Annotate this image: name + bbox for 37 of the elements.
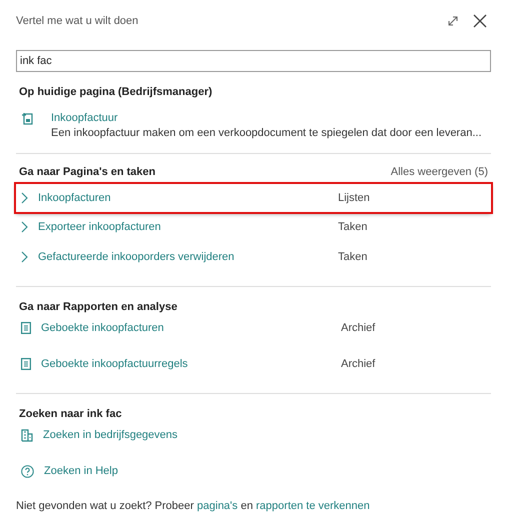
section-heading: Zoeken naar ink fac bbox=[19, 408, 123, 420]
search-link[interactable]: Zoeken in bedrijfsgegevens bbox=[43, 429, 178, 441]
section-heading: Op huidige pagina (Bedrijfsmanager) bbox=[19, 86, 214, 98]
section-heading: Ga naar Rapporten en analyse bbox=[19, 301, 178, 313]
reports-link[interactable]: rapporten te verkennen bbox=[256, 500, 370, 512]
result-link[interactable]: Geboekte inkoopfactuurregels bbox=[41, 358, 341, 370]
result-link[interactable]: Inkoopfactuur bbox=[51, 112, 482, 124]
footer-text: Niet gevonden wat u zoekt? Probeer pagina's en rapporten te verkennen bbox=[16, 500, 371, 512]
close-icon[interactable] bbox=[473, 14, 487, 28]
new-document-icon bbox=[21, 112, 33, 125]
result-link[interactable]: Gefactureerde inkooporders verwijderen bbox=[38, 251, 338, 263]
result-category: Taken bbox=[338, 251, 368, 263]
search-link[interactable]: Zoeken in Help bbox=[44, 465, 118, 477]
result-category: Taken bbox=[338, 221, 368, 233]
result-category: Archief bbox=[341, 358, 376, 370]
section-heading: Ga naar Pagina's en taken bbox=[19, 166, 156, 178]
pages-link[interactable]: pagina's bbox=[197, 500, 238, 512]
window-title: Vertel me wat u wilt doen bbox=[16, 15, 138, 27]
result-category: Archief bbox=[341, 322, 376, 334]
result-link[interactable]: Inkoopfacturen bbox=[38, 192, 338, 204]
chevron-right-icon bbox=[21, 221, 28, 233]
search-field[interactable]: ink fac bbox=[16, 50, 491, 72]
highlighted-result-row[interactable]: Inkoopfacturen Lijsten bbox=[16, 184, 491, 212]
chevron-right-icon bbox=[21, 251, 28, 263]
result-category: Lijsten bbox=[338, 192, 370, 204]
building-icon bbox=[21, 428, 33, 442]
help-icon bbox=[21, 464, 34, 478]
result-link[interactable]: Exporteer inkoopfacturen bbox=[38, 221, 338, 233]
report-icon bbox=[21, 358, 31, 370]
chevron-right-icon bbox=[21, 192, 28, 204]
report-icon bbox=[21, 322, 31, 334]
result-row[interactable]: Exporteer inkoopfacturen Taken bbox=[16, 212, 491, 242]
result-row[interactable]: Gefactureerde inkooporders verwijderen Taken bbox=[16, 242, 491, 272]
result-link[interactable]: Geboekte inkoopfacturen bbox=[41, 322, 341, 334]
result-description: Een inkoopfactuur maken om een verkoopdocument te spiegelen dat door een leveran... bbox=[51, 127, 482, 139]
show-all-link[interactable]: Alles weergeven (5) bbox=[390, 166, 488, 178]
expand-icon[interactable] bbox=[447, 15, 459, 27]
